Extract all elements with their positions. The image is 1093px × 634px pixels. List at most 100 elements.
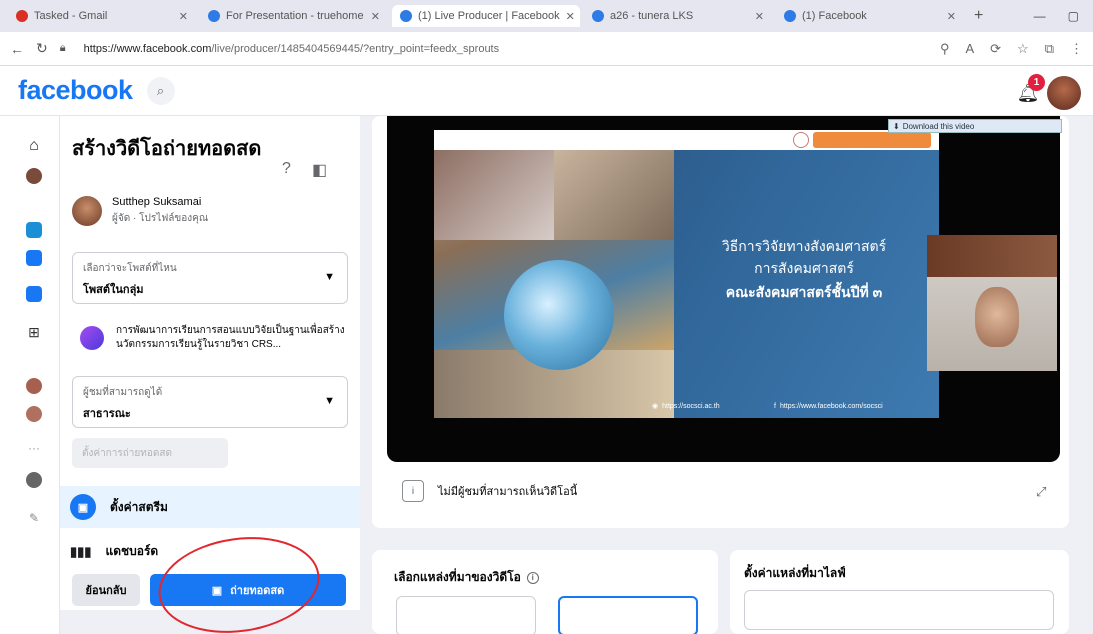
caret-down-icon: ▼ — [324, 271, 335, 283]
site-icon — [208, 10, 220, 22]
new-tab-button[interactable]: + — [974, 7, 983, 25]
live-source-title: ตั้งค่าแหล่งที่มาไลฟ์ — [744, 566, 846, 580]
browser-tab-4[interactable]: a26 - tunera LKS ✕ — [584, 5, 772, 27]
group-avatar-1[interactable] — [26, 378, 42, 394]
org-logo — [793, 132, 809, 148]
source-option-2-selected[interactable] — [558, 596, 698, 634]
disabled-button: ตั้งค่าการถ่ายทอดสด — [72, 438, 228, 468]
facebook-header: facebook ⌕ 🔔︎ 1 — [0, 66, 1093, 116]
post-destination-value: โพสต์ในกลุ่ม — [83, 284, 144, 296]
search-icon[interactable]: ⌕ — [146, 76, 175, 105]
menu-dashboard[interactable]: ▮▮▮ แดชบอร์ด — [70, 542, 158, 561]
profile-avatar[interactable] — [1047, 76, 1081, 110]
facebook-logo[interactable]: facebook — [18, 75, 133, 106]
avatar[interactable] — [26, 168, 42, 184]
webcam-overlay — [927, 235, 1057, 371]
audience-select[interactable]: ผู้ชมที่สามารถดูได้ สาธารณะ ▼ — [72, 376, 348, 428]
browser-tab-gmail[interactable]: Tasked - Gmail ✕ — [8, 5, 196, 27]
slide-footer-right: f https://www.facebook.com/socsci — [774, 403, 883, 410]
close-icon[interactable]: ✕ — [179, 10, 188, 23]
info-icon[interactable]: i — [526, 571, 539, 584]
collections-icon[interactable]: ⧉ — [1045, 41, 1054, 57]
browser-tab-facebook[interactable]: (1) Facebook ✕ — [776, 5, 964, 27]
user-profile: Sutthep Suksamai ผู้จัด · โปรไฟล์ของคุณ — [72, 196, 208, 226]
menu-label: แดชบอร์ด — [105, 544, 159, 558]
dashboard-icon: ▮▮▮ — [70, 543, 92, 559]
post-destination-label: เลือกว่าจะโพสต์ที่ไหน — [83, 263, 177, 274]
slide-title-line2: การสังคมศาสตร์ — [754, 260, 854, 276]
close-icon[interactable]: ✕ — [566, 10, 575, 23]
event-icon — [80, 326, 104, 350]
user-subtitle: ผู้จัด · โปรไฟล์ของคุณ — [112, 213, 209, 224]
facebook-icon: f — [774, 403, 776, 410]
chat-icon[interactable] — [26, 472, 42, 488]
notification-badge: 1 — [1028, 74, 1045, 91]
close-icon[interactable]: ✕ — [371, 10, 380, 23]
close-icon[interactable]: ✕ — [755, 10, 764, 23]
site-icon — [592, 10, 604, 22]
globe-image — [504, 260, 614, 370]
back-arrow-icon[interactable]: ← — [10, 41, 24, 57]
caption-row: i ไม่มีผู้ชมที่สามารถเห็นวิดีโอนี้ — [402, 480, 577, 502]
expand-icon[interactable]: ⤢ — [1036, 484, 1046, 500]
watch-icon[interactable] — [26, 222, 42, 238]
notifications-bell-icon[interactable]: 🔔︎ 1 — [1013, 74, 1045, 108]
left-icon-rail: ⌂ ⊞ ··· ✎ — [0, 116, 60, 634]
slide-footer-left: ◉ https://socsci.ac.th — [652, 402, 720, 411]
extensions-icon[interactable]: ⚲ — [940, 41, 950, 57]
camera-icon: ▣ — [70, 494, 96, 520]
groups-icon[interactable] — [26, 286, 42, 302]
home-icon[interactable]: ⌂ — [26, 137, 42, 154]
more-icon[interactable]: ··· — [26, 440, 42, 456]
refresh-icon[interactable]: ⟳ — [990, 41, 1001, 57]
audience-value: สาธารณะ — [83, 408, 131, 420]
help-icon[interactable]: ? — [282, 160, 291, 178]
menu-stream-settings[interactable]: ▣ ตั้งค่าสตรีม — [60, 486, 360, 528]
browser-tab-presentation[interactable]: For Presentation - truehome ✕ — [200, 5, 388, 27]
user-name: Sutthep Suksamai — [112, 196, 202, 208]
maximize-icon[interactable]: ▢ — [1068, 9, 1079, 23]
facebook-icon — [784, 10, 796, 22]
browser-tab-live-producer[interactable]: (1) Live Producer | Facebook ✕ — [392, 5, 580, 27]
photo — [554, 150, 674, 240]
post-destination-select[interactable]: เลือกว่าจะโพสต์ที่ไหน โพสต์ในกลุ่ม ▼ — [72, 252, 348, 304]
photo-collage — [434, 150, 674, 418]
audience-label: ผู้ชมที่สามารถดูได้ — [83, 387, 163, 398]
presenter-face — [975, 287, 1019, 347]
back-button[interactable]: ย้อนกลับ — [72, 574, 140, 606]
url-field[interactable]: https://www.facebook.com/live/producer/1… — [78, 43, 928, 55]
presentation-slide: วิธีการวิจัยทางสังคมศาสตร์ การสังคมศาสตร… — [434, 130, 939, 418]
group-avatar-2[interactable] — [26, 406, 42, 422]
info-box-icon: i — [402, 480, 424, 502]
facebook-icon — [400, 10, 412, 22]
page-title: สร้างวิดีโอถ่ายทอดสด — [72, 138, 262, 160]
video-player[interactable]: วิธีการวิจัยทางสังคมศาสตร์ การสังคมศาสตร… — [387, 116, 1060, 462]
video-source-title: เลือกแหล่งที่มาของวิดีโอ i — [394, 568, 539, 587]
grid-icon[interactable]: ⊞ — [26, 324, 42, 340]
settings-icon[interactable]: ⋮ — [1070, 41, 1083, 57]
video-source-card: เลือกแหล่งที่มาของวิดีโอ i — [372, 550, 718, 634]
event-text: การพัฒนาการเรียนการสอนแบบวิจัยเป็นฐานเพื… — [116, 325, 345, 350]
gmail-icon — [16, 10, 28, 22]
download-video-bar[interactable]: ⬇ Download this video — [888, 119, 1062, 133]
event-item[interactable]: การพัฒนาการเรียนการสอนแบบวิจัยเป็นฐานเพื… — [80, 324, 350, 352]
browser-tab-bar: Tasked - Gmail ✕ For Presentation - trueh… — [0, 0, 1093, 32]
slide-title-line3: คณะสังคมศาสตร์ชั้นปีที่ ๓ — [725, 284, 883, 300]
favorites-icon[interactable]: ☆ — [1017, 41, 1029, 57]
translate-icon[interactable]: A — [965, 41, 974, 57]
minimize-icon[interactable]: — — [1034, 9, 1046, 23]
reload-icon[interactable]: ↻ — [36, 40, 48, 57]
lock-icon: 🔒︎ — [59, 42, 66, 54]
source-option-1[interactable] — [396, 596, 536, 634]
browser-toolbar: ⚲ A ⟳ ☆ ⧉ ⋮ — [940, 41, 1083, 57]
marketplace-icon[interactable] — [26, 250, 42, 266]
menu-label: ตั้งค่าสตรีม — [110, 499, 168, 514]
close-icon[interactable]: ✕ — [947, 10, 956, 23]
collapse-panel-icon[interactable]: ◧ — [312, 160, 327, 180]
window-controls: — ▢ — [1034, 9, 1093, 23]
avatar — [72, 196, 102, 226]
photo — [434, 150, 554, 240]
source-input[interactable] — [744, 590, 1054, 630]
web-icon: ◉ — [652, 403, 659, 410]
edit-icon[interactable]: ✎ — [26, 510, 42, 526]
